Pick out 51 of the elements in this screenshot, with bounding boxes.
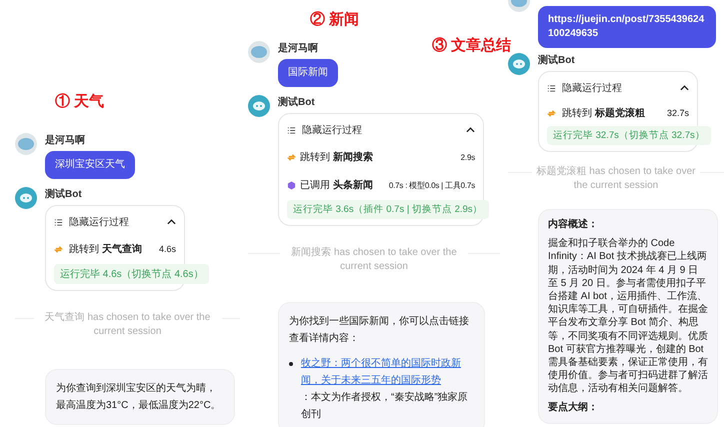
step-time: 2.9s: [460, 152, 475, 162]
section-title: ① 天气: [55, 92, 106, 111]
answer-text: 为你找到一些国际新闻，你可以点击链接查看详情内容：: [289, 314, 470, 346]
list-icon: [547, 84, 556, 92]
bot-avatar-icon: [15, 187, 37, 209]
avatar-icon: [15, 133, 37, 155]
bot-avatar-icon: [508, 53, 530, 75]
answer-text: 掘金和扣子联合举办的 Code Infinity：AI Bot 技术挑战赛已上线两期，活动时间为 2024 年 4 月 9 日至 5 月 20 日。参与者需使用扣子平台搭建 AI bot，运用插件、工作流、知识库等工具，可自研插件。在掘金平台发布文章分享 Bot 简介、构思等，不同奖项有不同评选规则。优质 Bot 可获官方推荐曝光，创建的 Bot 需具备基础要素，保证正常使用，有使用价值。参与者可扫码进群了解活动信息，活动有相关问题解答。: [548, 237, 708, 396]
process-toggle[interactable]: 隐藏运行过程: [287, 118, 475, 142]
step-time: 4.6s: [158, 244, 176, 254]
chevron-icon: [680, 85, 689, 91]
user-message: 深圳宝安区天气: [45, 151, 135, 179]
step-time: 32.7s: [666, 108, 689, 118]
answer-list-item: 牧之野：两个很不简单的国际时政新闻，关于未来三五年的国际形势 ：本文为作者授权，“秦安战略”独家原创刊: [301, 355, 474, 423]
news-link[interactable]: 牧之野：两个很不简单的国际时政新闻，关于未来三五年的国际形势: [301, 355, 474, 389]
bot-name: 测试Bot: [45, 188, 83, 201]
run-summary: 运行完毕 4.6s（切换节点 4.6s）: [54, 264, 210, 284]
answer-heading: 内容概述：: [548, 218, 599, 232]
handover-notice: 天气查询 has chosen to take over the current session: [44, 311, 212, 339]
run-summary: 运行完毕 32.7s（切换节点 32.7s）: [547, 126, 711, 145]
bot-name: 测试Bot: [538, 54, 576, 67]
list-icon: [287, 126, 296, 134]
switch-icon: [547, 108, 556, 118]
handover-notice: 标题党滚粗 has chosen to take over the current session: [536, 165, 696, 193]
user-name: 是河马啊: [278, 42, 319, 55]
answer-text: 为你查询到深圳宝安区的天气为晴，最高温度为31°C，最低温度为22°C。: [56, 382, 222, 413]
chevron-icon: [466, 127, 475, 133]
bot-avatar-icon: [248, 95, 270, 117]
step-label: 跳转到 标题党滚粗: [562, 106, 646, 120]
bullet-icon: [289, 362, 293, 366]
step-label: 已调用 头条新闻: [300, 178, 374, 192]
user-message: https://juejin.cn/post/7355439624100249635: [538, 6, 716, 48]
switch-icon: [287, 152, 296, 162]
handover-notice: 新闻搜索 has chosen to take over the current session: [290, 246, 458, 274]
user-message: 国际新闻: [278, 59, 338, 87]
step-time: 0.7s : 模型0.0s | 工具0.7s: [388, 180, 475, 190]
answer-heading: 要点大纲：: [548, 401, 599, 415]
user-name: 是河马啊: [45, 134, 86, 147]
section-title: ③ 文章总结: [432, 36, 512, 55]
list-icon: [54, 218, 63, 226]
step-label: 跳转到 新闻搜索: [300, 150, 374, 164]
process-toggle[interactable]: 隐藏运行过程: [547, 76, 689, 100]
cube-icon: [287, 180, 296, 190]
chevron-icon: [167, 219, 176, 225]
run-summary: 运行完毕 3.6s（插件 0.7s | 切换节点 2.9s）: [287, 200, 489, 219]
step-label: 跳转到 天气查询: [69, 242, 143, 256]
process-toggle[interactable]: 隐藏运行过程: [54, 210, 176, 234]
switch-icon: [54, 244, 63, 254]
avatar-icon: [248, 41, 270, 63]
section-title: ② 新闻: [310, 10, 360, 29]
bot-name: 测试Bot: [278, 96, 316, 109]
